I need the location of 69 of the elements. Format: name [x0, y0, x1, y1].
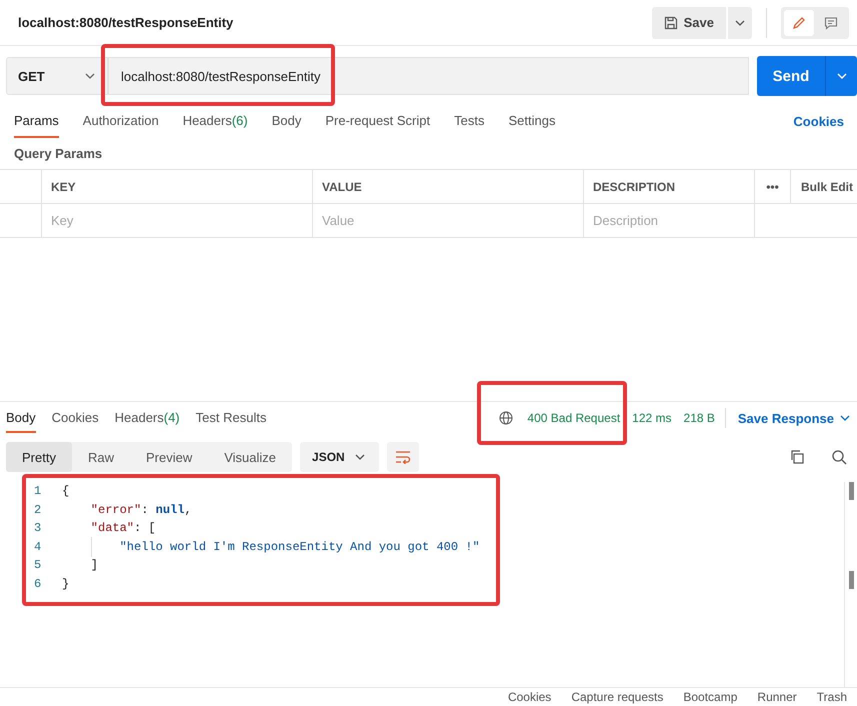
section-heading: Query Params — [13, 145, 104, 163]
status-text: 400 Bad Request — [527, 411, 620, 425]
status-bar-item[interactable]: Cookies — [508, 690, 552, 704]
view-mode-tab[interactable]: Visualize — [208, 442, 292, 472]
caret-icon — [85, 73, 95, 79]
request-tab[interactable]: Settings — [508, 104, 556, 138]
line-number: 4 — [34, 540, 42, 554]
response-tab[interactable]: Cookies — [52, 404, 99, 432]
view-mode-tab[interactable]: Raw — [72, 442, 130, 472]
request-tab[interactable]: Authorization — [82, 104, 159, 138]
response-tab[interactable]: Body — [6, 404, 36, 432]
send-options-button[interactable] — [825, 56, 857, 96]
view-mode-tab[interactable]: Pretty — [6, 442, 72, 472]
pencil-icon — [792, 16, 806, 30]
copy-icon[interactable] — [789, 449, 805, 465]
wrap-lines-button[interactable] — [386, 442, 419, 472]
edit-button[interactable] — [784, 10, 814, 36]
code-line: "error": null, — [90, 502, 192, 517]
column-header: KEY — [42, 170, 313, 203]
code-line: ] — [90, 558, 98, 572]
param-input[interactable]: Value — [322, 213, 583, 228]
format-dropdown[interactable]: JSON — [300, 442, 379, 472]
response-tab[interactable]: Test Results — [196, 404, 266, 432]
code-line: "hello world I'm ResponseEntity And you got 400 !" — [62, 540, 480, 554]
response-size: 218 B — [684, 411, 715, 425]
send-button[interactable]: Send — [757, 56, 825, 96]
scrollbar-thumb[interactable] — [849, 571, 854, 589]
caret-icon — [354, 454, 365, 460]
response-tab[interactable]: Headers(4) — [114, 404, 180, 432]
param-input[interactable]: Key — [51, 213, 312, 228]
request-tab[interactable]: Tests — [454, 104, 484, 138]
caret-icon — [836, 73, 846, 79]
line-number: 3 — [34, 521, 42, 536]
response-time: 122 ms — [632, 411, 672, 425]
globe-icon — [499, 411, 514, 425]
view-mode-tab[interactable]: Preview — [130, 442, 208, 472]
code-line: "data": [ — [90, 521, 156, 536]
request-tab[interactable]: Params — [14, 104, 59, 138]
search-icon[interactable] — [831, 449, 847, 465]
save-options-button[interactable] — [728, 6, 752, 38]
request-tab[interactable]: Pre-request Script — [325, 104, 430, 138]
status-bar-item[interactable]: Capture requests — [571, 690, 664, 704]
bulk-edit-button[interactable]: Bulk Edit — [791, 170, 857, 203]
cookies-link[interactable]: Cookies — [793, 114, 844, 128]
request-tab[interactable]: Body — [272, 104, 302, 138]
request-tab[interactable]: Headers(6) — [182, 104, 248, 138]
wrap-lines-icon — [394, 450, 411, 464]
column-header: VALUE — [313, 170, 584, 203]
code-line: } — [62, 576, 70, 591]
line-number: 5 — [34, 558, 42, 572]
line-number: 1 — [34, 484, 42, 498]
more-options-button[interactable]: ••• — [755, 170, 791, 203]
save-button[interactable]: Save — [652, 6, 726, 38]
status-bar-item[interactable]: Bootcamp — [683, 690, 738, 704]
url-field[interactable]: localhost:8080/testResponseEntity — [121, 68, 320, 84]
status-bar-item[interactable]: Trash — [816, 690, 847, 704]
scrollbar-thumb[interactable] — [849, 482, 854, 500]
caret-icon — [840, 415, 850, 421]
param-input[interactable]: Description — [593, 213, 754, 228]
line-number: 2 — [34, 502, 42, 517]
column-header: DESCRIPTION — [584, 170, 755, 203]
request-title: localhost:8080/testResponseEntity — [18, 15, 234, 30]
code-line: { — [62, 484, 70, 498]
caret-icon — [735, 20, 745, 26]
line-number: 6 — [34, 576, 42, 591]
comment-icon — [824, 16, 838, 30]
save-response-button[interactable]: Save Response — [738, 410, 850, 426]
status-bar-item[interactable]: Runner — [757, 690, 797, 704]
method-dropdown[interactable]: GET — [6, 57, 108, 95]
